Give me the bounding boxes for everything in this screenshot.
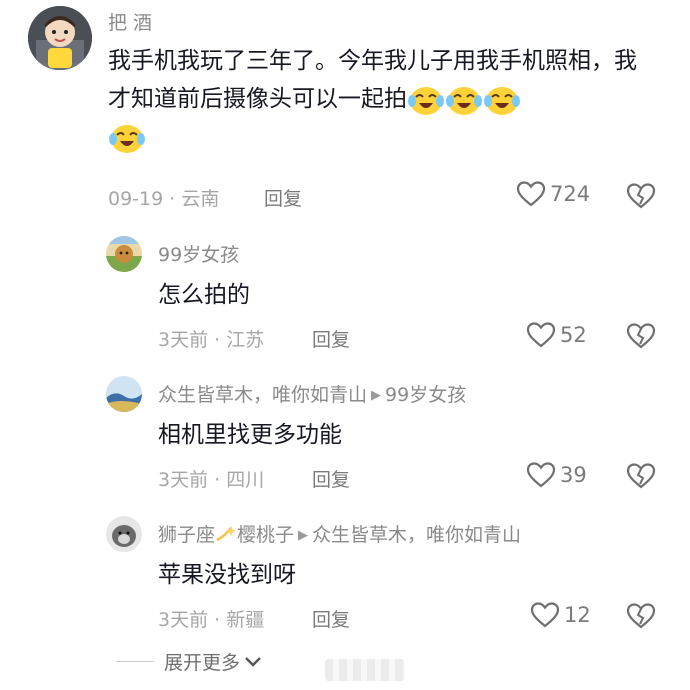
- author-name[interactable]: 众生皆草木，唯你如青山: [158, 384, 367, 406]
- author-name[interactable]: 狮子座 樱桃子: [158, 524, 294, 546]
- like-count: 52: [560, 323, 587, 347]
- triangle-right-icon: ▶: [298, 528, 309, 543]
- reply-to-name[interactable]: 众生皆草木，唯你如青山: [312, 524, 521, 546]
- expand-more-label: 展开更多: [164, 652, 241, 674]
- reply-button[interactable]: 回复: [312, 465, 350, 492]
- heart-outline-icon: [526, 322, 556, 348]
- like-count: 12: [564, 603, 591, 627]
- author-name-part: 樱桃子: [237, 524, 295, 546]
- reply-button[interactable]: 回复: [264, 184, 302, 211]
- broken-heart-outline-icon[interactable]: [626, 322, 656, 350]
- like-button[interactable]: 724: [516, 180, 590, 208]
- comment-author-name: 众生皆草木，唯你如青山 ▶ 99岁女孩: [158, 380, 466, 407]
- crying-laughing-emoji: [109, 124, 145, 153]
- reply-button[interactable]: 回复: [312, 605, 350, 632]
- avatar[interactable]: [106, 516, 142, 552]
- expand-more-button[interactable]: 展开更多: [116, 648, 263, 675]
- broken-heart-outline-icon[interactable]: [626, 462, 656, 490]
- chevron-down-icon: [245, 656, 261, 667]
- heart-outline-icon: [516, 181, 546, 207]
- watermark: [325, 659, 405, 681]
- heart-outline-icon: [530, 602, 560, 628]
- comment-text: 我手机我玩了三年了。今年我儿子用我手机照相，我才知道前后摄像头可以一起拍: [108, 42, 648, 156]
- broken-heart-outline-icon[interactable]: [626, 602, 656, 630]
- broken-heart-outline-icon[interactable]: [626, 182, 656, 210]
- reply-button[interactable]: 回复: [312, 325, 350, 352]
- like-count: 39: [560, 463, 587, 487]
- divider-line: [116, 661, 154, 662]
- like-count: 724: [550, 182, 591, 206]
- crying-laughing-emoji: [484, 86, 520, 115]
- comment-meta: 09-19 · 云南: [108, 188, 220, 210]
- crying-laughing-emoji: [408, 86, 444, 115]
- comment-meta: 3天前 · 江苏: [158, 329, 265, 351]
- author-name-part: 狮子座: [158, 524, 216, 546]
- comment-text-content: 我手机我玩了三年了。今年我儿子用我手机照相，我才知道前后摄像头可以一起拍: [108, 48, 637, 112]
- like-button[interactable]: 52: [526, 321, 587, 349]
- comment-meta: 3天前 · 四川: [158, 469, 265, 491]
- comment-author-name: 狮子座 樱桃子 ▶ 众生皆草木，唯你如青山: [158, 520, 521, 547]
- avatar[interactable]: [106, 376, 142, 412]
- comment-author-name[interactable]: 99岁女孩: [158, 240, 239, 267]
- crying-laughing-emoji: [446, 86, 482, 115]
- comment-text: 苹果没找到呀: [158, 562, 296, 588]
- comment-text: 怎么拍的: [158, 282, 250, 308]
- sparkle-icon: [216, 526, 237, 542]
- triangle-right-icon: ▶: [371, 388, 382, 403]
- reply-to-name[interactable]: 99岁女孩: [385, 384, 466, 406]
- comment-author-name[interactable]: 把 酒: [108, 8, 152, 35]
- comment-text: 相机里找更多功能: [158, 422, 342, 448]
- like-button[interactable]: 12: [530, 601, 591, 629]
- comment-meta: 3天前 · 新疆: [158, 609, 265, 631]
- heart-outline-icon: [526, 462, 556, 488]
- like-button[interactable]: 39: [526, 461, 587, 489]
- avatar[interactable]: [28, 6, 92, 70]
- avatar[interactable]: [106, 236, 142, 272]
